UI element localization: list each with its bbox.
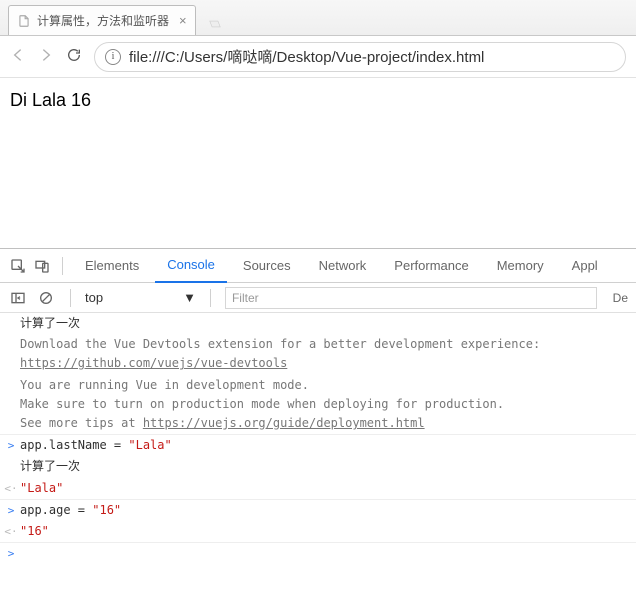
gutter-icon: > (2, 544, 20, 563)
console-text: app.lastName = "Lala" (20, 436, 632, 455)
gutter-icon (2, 335, 20, 373)
page-content: Di Lala 16 (10, 90, 626, 111)
tab-performance[interactable]: Performance (382, 249, 480, 283)
console-text: 计算了一次 (20, 314, 632, 333)
divider (70, 289, 71, 307)
console-text (20, 544, 632, 563)
console-row-in: >app.lastName = "Lala" (0, 435, 636, 456)
chevron-down-icon: ▼ (183, 290, 196, 305)
forward-button[interactable] (38, 47, 54, 66)
info-icon[interactable]: i (105, 49, 121, 65)
context-label: top (85, 290, 103, 305)
console-row-in: >app.age = "16" (0, 500, 636, 521)
devtools-panel: Elements Console Sources Network Perform… (0, 248, 636, 564)
console-text: "Lala" (20, 479, 632, 498)
console-row-log: 计算了一次 (0, 456, 636, 477)
browser-tab-strip: 计算属性，方法和监听器 × (0, 0, 636, 36)
gutter-icon: > (2, 501, 20, 520)
divider (210, 289, 211, 307)
console-row-out: <·"Lala" (0, 478, 636, 500)
file-icon (17, 14, 31, 28)
sidebar-toggle-icon[interactable] (8, 288, 28, 308)
url-text: file:///C:/Users/嘀哒嘀/Desktop/Vue-project… (129, 46, 484, 67)
clear-console-icon[interactable] (36, 288, 56, 308)
console-row-info: Download the Vue Devtools extension for … (0, 334, 636, 374)
new-tab-button[interactable] (202, 13, 228, 35)
console-row-log: 计算了一次 (0, 313, 636, 334)
default-levels-label[interactable]: De (613, 291, 628, 305)
gutter-icon: <· (2, 479, 20, 498)
console-row-blank: > (0, 543, 636, 564)
tab-sources[interactable]: Sources (231, 249, 303, 283)
console-text: "16" (20, 522, 632, 541)
inspect-icon[interactable] (8, 256, 28, 276)
gutter-icon: <· (2, 522, 20, 541)
page-viewport: Di Lala 16 (0, 78, 636, 248)
gutter-icon (2, 457, 20, 476)
tab-application[interactable]: Appl (560, 249, 610, 283)
context-dropdown[interactable]: top ▼ (85, 290, 196, 305)
address-bar: i file:///C:/Users/嘀哒嘀/Desktop/Vue-proje… (0, 36, 636, 78)
console-row-info: You are running Vue in development mode.… (0, 375, 636, 436)
console-text: app.age = "16" (20, 501, 632, 520)
console-text: You are running Vue in development mode.… (20, 376, 632, 434)
tab-memory[interactable]: Memory (485, 249, 556, 283)
tab-console[interactable]: Console (155, 249, 227, 283)
browser-tab[interactable]: 计算属性，方法和监听器 × (8, 5, 196, 35)
gutter-icon (2, 376, 20, 434)
console-text: Download the Vue Devtools extension for … (20, 335, 632, 373)
devtools-tabbar: Elements Console Sources Network Perform… (0, 249, 636, 283)
console-output[interactable]: 计算了一次 Download the Vue Devtools extension… (0, 313, 636, 564)
console-toolbar: top ▼ Filter De (0, 283, 636, 313)
omnibox[interactable]: i file:///C:/Users/嘀哒嘀/Desktop/Vue-proje… (94, 42, 626, 72)
filter-placeholder: Filter (232, 291, 259, 305)
reload-button[interactable] (66, 47, 82, 66)
tab-network[interactable]: Network (307, 249, 379, 283)
tab-title: 计算属性，方法和监听器 (37, 12, 169, 29)
filter-input[interactable]: Filter (225, 287, 597, 309)
gutter-icon: > (2, 436, 20, 455)
device-toggle-icon[interactable] (32, 256, 52, 276)
gutter-icon (2, 314, 20, 333)
divider (62, 257, 63, 275)
console-text: 计算了一次 (20, 457, 632, 476)
close-icon[interactable]: × (179, 13, 187, 28)
back-button[interactable] (10, 47, 26, 66)
tab-elements[interactable]: Elements (73, 249, 151, 283)
console-row-out: <·"16" (0, 521, 636, 543)
